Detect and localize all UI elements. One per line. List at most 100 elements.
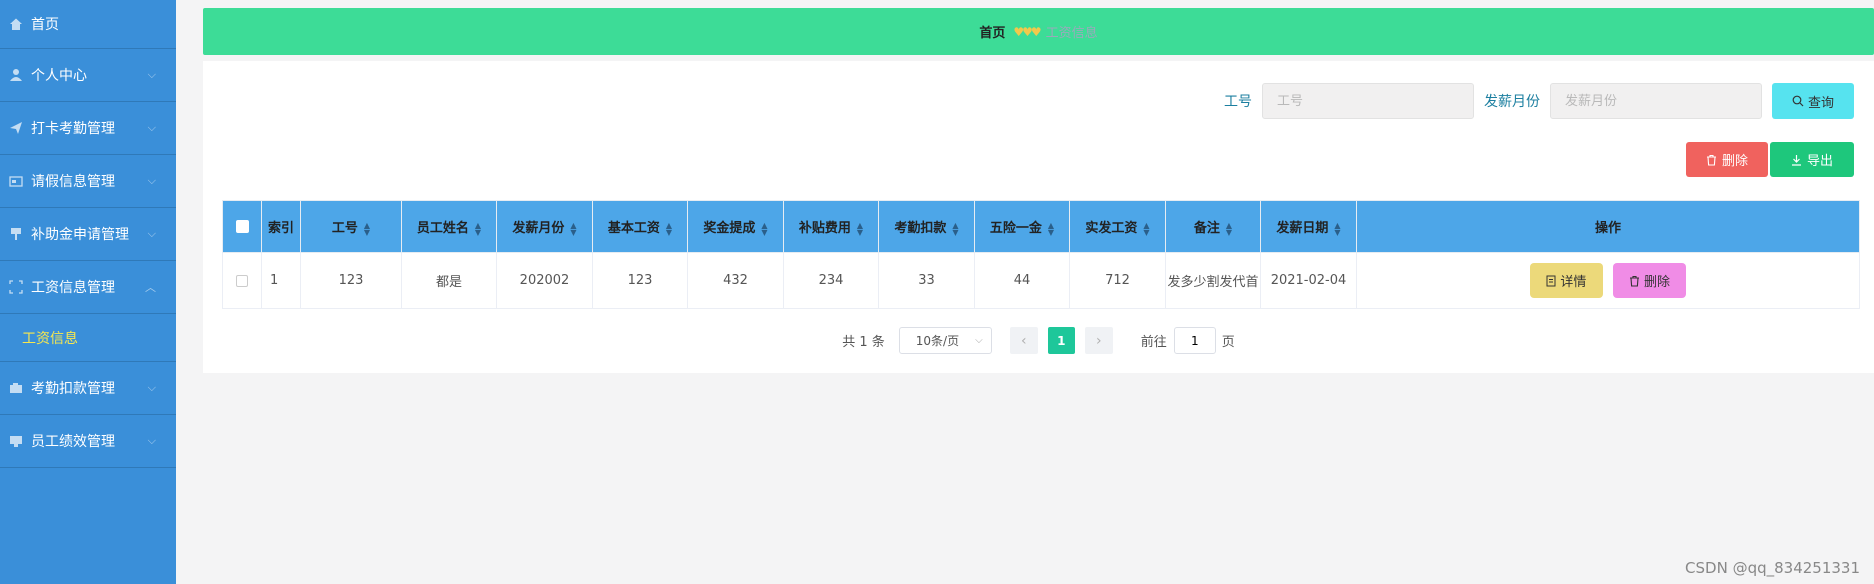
page-size-select[interactable]: 10条/页 ⌵ [898,327,992,354]
cell-subsidy: 234 [783,252,879,309]
camera-icon [8,380,24,396]
action-bar: 删除 导出 [1686,142,1854,177]
sort-icon: ▲ ▼ [570,220,577,237]
query-button-label: 查询 [1807,94,1834,110]
sidebar-item-label: 补助金申请管理 [31,227,129,243]
pay-month-input[interactable] [1550,83,1762,119]
salary-table: 索引 工号 ▲ ▼ 员工姓名 ▲ ▼ 发薪月份 ▲ ▼ 基本工资 ▲ ▼ 奖金提成 ▲ ▼ 补贴费用… [222,200,1860,309]
export-button[interactable]: 导出 [1770,142,1854,177]
detail-button[interactable]: 详情 [1529,263,1603,298]
sidebar-item-subsidy[interactable]: 补助金申请管理 ⌵ [0,208,176,261]
cell-net-salary: 712 [1069,252,1166,309]
send-icon [8,120,24,136]
cell-note: 发多少割发代首 [1165,252,1261,309]
sort-icon: ▲ ▼ [1225,220,1233,237]
cell-index: 1 [261,252,301,309]
chevron-down-icon: ⌵ [147,174,156,187]
chevron-down-icon: ⌵ [975,335,983,346]
column-header-employee-id[interactable]: 工号 ▲ ▼ [300,200,402,253]
sidebar-item-personal[interactable]: 个人中心 ⌵ [0,49,176,102]
goto-suffix: 页 [1221,335,1235,350]
sidebar: 首页 个人中心 ⌵ 打卡考勤管理 ⌵ 请假信息管理 ⌵ 补助金申请管理 ⌵ 工资… [0,0,176,584]
column-header-subsidy[interactable]: 补贴费用 ▲ ▼ [783,200,879,253]
cell-insurance: 44 [974,252,1070,309]
sort-icon: ▲ ▼ [1334,220,1341,237]
sidebar-item-label: 工资信息管理 [31,280,115,296]
goto-page-input[interactable] [1173,327,1216,354]
watermark: CSDN @qq_834251331 [1685,559,1860,577]
chevron-up-icon: ︿ [145,281,156,294]
chevron-down-icon: ⌵ [147,68,156,81]
pagination-total: 共 1 条 [842,335,885,350]
monitor-icon [8,433,24,449]
sidebar-item-performance[interactable]: 员工绩效管理 ⌵ [0,415,176,468]
breadcrumb-home[interactable]: 首页 [979,22,1005,41]
content-panel: 工号 发薪月份 查询 删除 导出 索引 [203,61,1874,373]
sort-icon: ▲ ▼ [761,220,768,237]
heart-icon: ♥♥♥ [1013,24,1041,39]
column-header-bonus[interactable]: 奖金提成 ▲ ▼ [687,200,784,253]
sidebar-item-label: 请假信息管理 [31,174,115,190]
column-header-pay-month[interactable]: 发薪月份 ▲ ▼ [496,200,593,253]
next-page-button[interactable]: › [1084,327,1113,354]
column-header-insurance[interactable]: 五险一金 ▲ ▼ [974,200,1070,253]
prev-page-button[interactable]: ‹ [1009,327,1038,354]
row-checkbox[interactable] [222,252,262,309]
column-header-pay-date[interactable]: 发薪日期 ▲ ▼ [1260,200,1357,253]
sidebar-item-attendance[interactable]: 打卡考勤管理 ⌵ [0,102,176,155]
main-area: 首页 ♥♥♥ 工资信息 工号 发薪月份 查询 删除 导出 [176,0,1874,584]
pagination: 共 1 条 10条/页 ⌵ ‹ 1 › 前往 页 [203,327,1874,354]
trash-icon [1630,275,1640,287]
sidebar-item-home[interactable]: 首页 [0,0,176,49]
sidebar-item-label: 个人中心 [31,68,87,84]
chevron-down-icon: ⌵ [147,434,156,447]
column-header-net-salary[interactable]: 实发工资 ▲ ▼ [1069,200,1166,253]
sort-icon: ▲ ▼ [1143,220,1150,237]
funnel-icon [8,226,24,242]
sidebar-item-label: 员工绩效管理 [31,434,115,450]
column-header-base-salary[interactable]: 基本工资 ▲ ▼ [592,200,688,253]
chevron-left-icon: ‹ [1020,332,1027,349]
pay-month-label: 发薪月份 [1484,94,1540,110]
column-header-note[interactable]: 备注 ▲ ▼ [1165,200,1261,253]
cell-pay-month: 202002 [496,252,593,309]
chevron-down-icon: ⌵ [147,227,156,240]
cell-bonus: 432 [687,252,784,309]
column-header-actions: 操作 [1356,200,1860,253]
sidebar-item-leave[interactable]: 请假信息管理 ⌵ [0,155,176,208]
search-icon [1792,95,1804,107]
column-header-index: 索引 [261,200,301,253]
page-size-value: 10条/页 [915,334,960,348]
detail-button-label: 详情 [1560,274,1587,289]
search-bar: 工号 发薪月份 查询 [1224,83,1854,119]
trash-icon [1706,154,1716,166]
select-all-checkbox[interactable] [222,200,262,253]
sidebar-item-salary[interactable]: 工资信息管理 ︿ [0,261,176,314]
sidebar-item-label: 打卡考勤管理 [31,121,115,137]
sort-icon: ▲ ▼ [1047,220,1055,237]
breadcrumb-current: 工资信息 [1045,26,1098,41]
cell-deduction: 33 [878,252,975,309]
sort-icon: ▲ ▼ [474,220,482,237]
export-label: 导出 [1806,153,1833,168]
employee-id-input[interactable] [1262,83,1474,119]
row-delete-label: 删除 [1644,274,1671,289]
sidebar-item-deduction[interactable]: 考勤扣款管理 ⌵ [0,362,176,415]
download-icon [1791,154,1801,166]
page-number-current[interactable]: 1 [1047,327,1075,354]
cell-base-salary: 123 [592,252,688,309]
column-header-employee-name[interactable]: 员工姓名 ▲ ▼ [401,200,497,253]
sidebar-subitem-salary-info[interactable]: 工资信息 [0,314,176,362]
batch-delete-button[interactable]: 删除 [1686,142,1768,177]
document-icon [1546,275,1556,286]
frame-icon [8,279,24,295]
row-delete-button[interactable]: 删除 [1613,263,1687,298]
goto-label: 前往 [1140,335,1167,350]
query-button[interactable]: 查询 [1772,83,1854,119]
cell-employee-name: 都是 [401,252,497,309]
cell-actions: 详情 删除 [1356,252,1860,309]
chevron-right-icon: › [1095,332,1102,349]
employee-id-label: 工号 [1224,94,1252,110]
column-header-deduction[interactable]: 考勤扣款 ▲ ▼ [878,200,975,253]
sort-icon: ▲ ▼ [952,220,959,237]
